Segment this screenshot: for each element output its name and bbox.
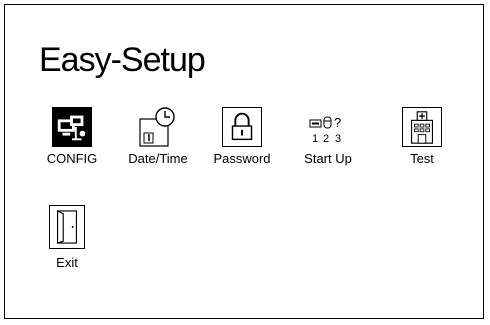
hospital-test-icon bbox=[402, 107, 442, 147]
seq-1-glyph: 1 bbox=[312, 133, 318, 145]
config-icon bbox=[52, 107, 92, 147]
exit-tile[interactable]: Exit bbox=[32, 205, 102, 270]
door-exit-icon bbox=[49, 205, 85, 249]
seq-2-glyph: 2 bbox=[323, 133, 329, 145]
page-title: Easy-Setup bbox=[39, 41, 206, 79]
startup-sequence-icon: ? 1 2 3 bbox=[308, 107, 348, 147]
date-time-label: Date/Time bbox=[128, 151, 188, 166]
question-mark-glyph: ? bbox=[334, 115, 341, 130]
exit-label: Exit bbox=[56, 255, 78, 270]
setup-window: Easy-Setup CONFIG Date/Time Password ? 1… bbox=[4, 4, 484, 319]
password-label: Password bbox=[213, 151, 271, 166]
start-up-label: Start Up bbox=[304, 151, 352, 166]
start-up-tile[interactable]: ? 1 2 3 Start Up bbox=[293, 107, 363, 166]
date-time-tile[interactable]: Date/Time bbox=[123, 107, 193, 166]
seq-3-glyph: 3 bbox=[335, 133, 341, 145]
padlock-icon bbox=[222, 107, 262, 147]
clock-calendar-icon bbox=[138, 107, 178, 147]
config-tile[interactable]: CONFIG bbox=[37, 107, 107, 166]
config-label: CONFIG bbox=[46, 151, 98, 166]
test-label: Test bbox=[410, 151, 434, 166]
password-tile[interactable]: Password bbox=[207, 107, 277, 166]
test-tile[interactable]: Test bbox=[387, 107, 457, 166]
